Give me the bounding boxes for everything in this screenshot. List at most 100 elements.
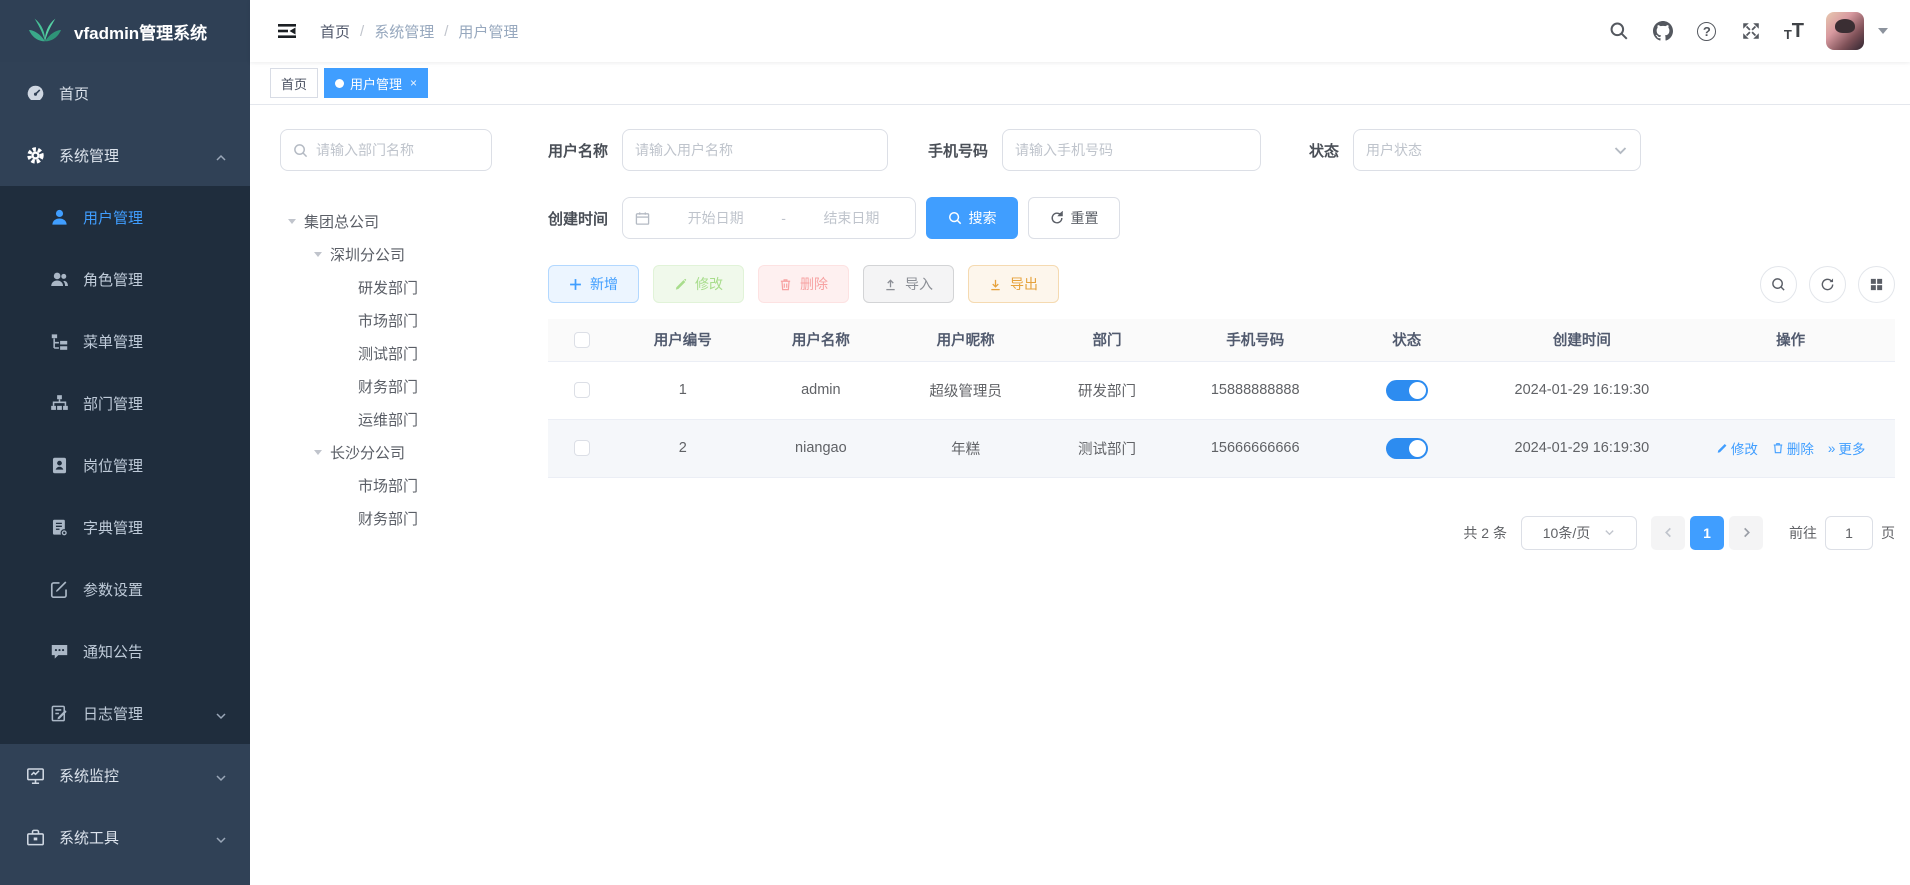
avatar[interactable] — [1826, 12, 1864, 50]
tab-label: 用户管理 — [350, 74, 402, 93]
tree-node[interactable]: 深圳分公司 — [280, 238, 492, 271]
sidebar-item-system[interactable]: 系统管理 — [0, 124, 250, 186]
tree-node[interactable]: 长沙分公司 — [280, 436, 492, 469]
caret-down-icon[interactable] — [288, 219, 296, 224]
tree-node[interactable]: 市场部门 — [280, 469, 492, 502]
phone-label: 手机号码 — [928, 140, 988, 161]
delete-button[interactable]: 删除 — [758, 265, 849, 303]
sidebar-fold-icon[interactable] — [276, 20, 298, 42]
caret-down-icon[interactable] — [1878, 28, 1888, 34]
caret-down-icon[interactable] — [314, 252, 322, 257]
sidebar-item-param-settings[interactable]: 参数设置 — [0, 558, 250, 620]
message-icon — [50, 642, 69, 661]
tree-node[interactable]: 财务部门 — [280, 502, 492, 535]
dept-search-input[interactable]: 请输入部门名称 — [280, 129, 492, 171]
sidebar-item-label: 部门管理 — [83, 393, 143, 414]
font-size-icon[interactable]: TT — [1784, 20, 1804, 43]
sidebar-item-label: 通知公告 — [83, 641, 143, 662]
tree-node[interactable]: 集团总公司 — [280, 205, 492, 238]
dept-search-placeholder: 请输入部门名称 — [316, 140, 414, 160]
help-icon[interactable]: ? — [1696, 20, 1718, 42]
fullscreen-icon[interactable] — [1740, 20, 1762, 42]
current-page-button[interactable]: 1 — [1690, 516, 1724, 550]
sidebar-item-user-mgmt[interactable]: 用户管理 — [0, 186, 250, 248]
status-toggle[interactable] — [1386, 438, 1428, 459]
phone-input[interactable]: 请输入手机号码 — [1002, 129, 1261, 171]
github-icon[interactable] — [1652, 20, 1674, 42]
username-input[interactable]: 请输入用户名称 — [622, 129, 888, 171]
filter-row-2: 创建时间 开始日期 - 结束日期 搜索 — [548, 197, 1895, 239]
row-edit-link[interactable]: 修改 — [1716, 438, 1758, 458]
row-more-link[interactable]: » 更多 — [1828, 438, 1866, 458]
date-range-picker[interactable]: 开始日期 - 结束日期 — [622, 197, 916, 239]
tags-view-bar: 首页 用户管理 × — [250, 62, 1910, 105]
reset-button[interactable]: 重置 — [1028, 197, 1120, 239]
export-button[interactable]: 导出 — [968, 265, 1059, 303]
goto-page-input[interactable] — [1825, 516, 1873, 550]
sidebar-item-notice[interactable]: 通知公告 — [0, 620, 250, 682]
sidebar-item-home[interactable]: 首页 — [0, 62, 250, 124]
close-icon[interactable]: × — [410, 76, 417, 90]
row-delete-link[interactable]: 删除 — [1772, 438, 1814, 458]
row-checkbox[interactable] — [574, 382, 590, 398]
trash-icon — [1772, 442, 1784, 454]
search-toggle-icon[interactable] — [1760, 266, 1797, 303]
tree-node[interactable]: 运维部门 — [280, 403, 492, 436]
sidebar-item-monitor[interactable]: 系统监控 — [0, 744, 250, 806]
tree-node[interactable]: 测试部门 — [280, 337, 492, 370]
sidebar-item-log-mgmt[interactable]: 日志管理 — [0, 682, 250, 744]
page-suffix: 页 — [1881, 523, 1895, 543]
import-button[interactable]: 导入 — [863, 265, 954, 303]
table-toolbar: 新增 修改 删除 导入 — [548, 265, 1895, 303]
tab-user-mgmt[interactable]: 用户管理 × — [324, 68, 428, 98]
sidebar-item-menu-mgmt[interactable]: 菜单管理 — [0, 310, 250, 372]
sidebar-item-role-mgmt[interactable]: 角色管理 — [0, 248, 250, 310]
tree-node[interactable]: 财务部门 — [280, 370, 492, 403]
total-count: 共 2 条 — [1463, 523, 1507, 543]
dashboard-icon — [26, 84, 45, 103]
tree-node[interactable]: 市场部门 — [280, 304, 492, 337]
sidebar-item-dict-mgmt[interactable]: 字典管理 — [0, 496, 250, 558]
tab-home[interactable]: 首页 — [270, 68, 318, 98]
page-size-select[interactable]: 10条/页 — [1521, 516, 1637, 550]
top-navbar: 首页 / 系统管理 / 用户管理 ? TT — [250, 0, 1910, 62]
breadcrumb-level1: 系统管理 — [374, 21, 434, 42]
cell-username: admin — [750, 361, 891, 419]
chevron-left-icon — [1663, 527, 1674, 538]
sidebar-item-dept-mgmt[interactable]: 部门管理 — [0, 372, 250, 434]
column-header: 用户昵称 — [892, 319, 1040, 361]
sidebar-item-label: 系统工具 — [59, 827, 119, 848]
caret-down-icon[interactable] — [314, 450, 322, 455]
gear-icon — [26, 146, 45, 165]
cell-user-id: 2 — [615, 419, 750, 477]
chevron-down-icon — [1613, 143, 1628, 158]
sidebar-item-label: 日志管理 — [83, 703, 143, 724]
status-select[interactable]: 用户状态 — [1353, 129, 1641, 171]
sidebar-item-post-mgmt[interactable]: 岗位管理 — [0, 434, 250, 496]
tree-node[interactable]: 研发部门 — [280, 271, 492, 304]
search-button[interactable]: 搜索 — [926, 197, 1018, 239]
select-all-checkbox[interactable] — [574, 332, 590, 348]
toolbox-icon — [26, 828, 45, 847]
username-label: 用户名称 — [548, 140, 608, 161]
search-icon[interactable] — [1608, 20, 1630, 42]
edit-button[interactable]: 修改 — [653, 265, 744, 303]
next-page-button[interactable] — [1729, 516, 1763, 550]
refresh-icon[interactable] — [1809, 266, 1846, 303]
prev-page-button[interactable] — [1651, 516, 1685, 550]
columns-icon[interactable] — [1858, 266, 1895, 303]
app-logo[interactable]: vfadmin管理系统 — [0, 0, 250, 62]
status-toggle[interactable] — [1386, 380, 1428, 401]
calendar-icon — [635, 211, 650, 226]
org-chart-icon — [50, 394, 69, 413]
date-separator: - — [781, 210, 786, 226]
app-title: vfadmin管理系统 — [74, 19, 207, 44]
table-row: 2 niangao 年糕 测试部门 15666666666 2024-01-29… — [548, 419, 1895, 477]
breadcrumb-home[interactable]: 首页 — [320, 21, 350, 42]
sidebar-item-tools[interactable]: 系统工具 — [0, 806, 250, 868]
cell-phone: 15666666666 — [1174, 419, 1336, 477]
row-checkbox[interactable] — [574, 440, 590, 456]
chevron-down-icon — [216, 708, 226, 718]
add-button[interactable]: 新增 — [548, 265, 639, 303]
plus-icon — [569, 278, 582, 291]
